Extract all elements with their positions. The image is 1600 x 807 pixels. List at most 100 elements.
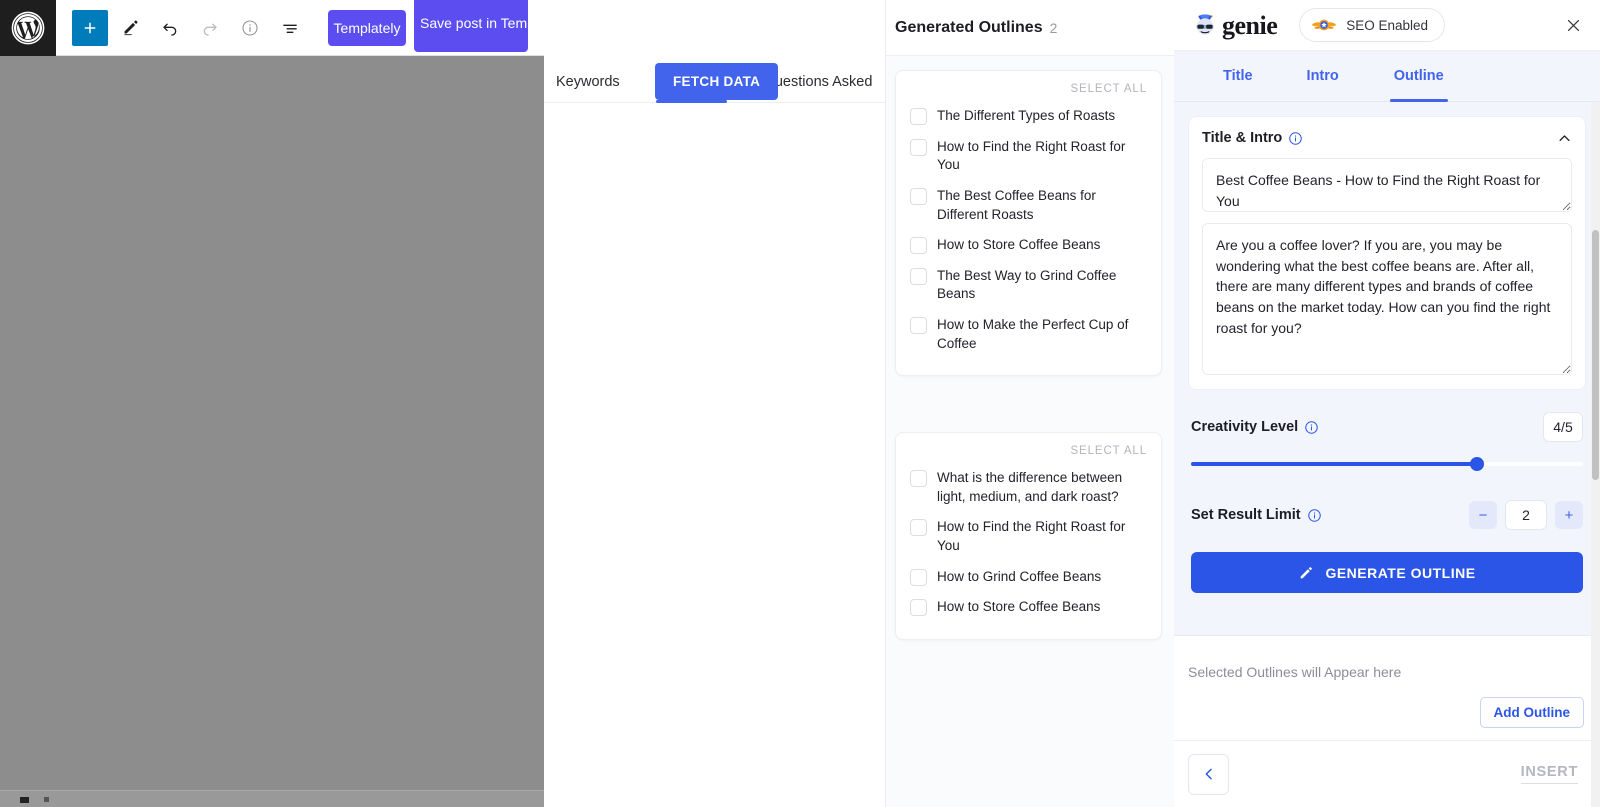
result-limit-decrement-button[interactable]: −: [1469, 501, 1497, 529]
outline-item[interactable]: How to Grind Coffee Beans: [910, 562, 1147, 593]
outline-item[interactable]: The Best Way to Grind Coffee Beans: [910, 261, 1147, 310]
info-circle-icon[interactable]: [1288, 131, 1303, 146]
outline-item[interactable]: How to Store Coffee Beans: [910, 230, 1147, 261]
slider-thumb[interactable]: [1470, 457, 1485, 471]
modal-backdrop[interactable]: [0, 56, 544, 790]
creativity-level-row: Creativity Level 4/5: [1188, 412, 1586, 442]
chevron-left-icon: [1205, 768, 1212, 780]
outline-checkbox[interactable]: [910, 138, 927, 156]
info-circle-icon[interactable]: [1304, 420, 1319, 435]
genie-settings-column: genie SEO Enabled Title Intro Outline Ti…: [1174, 0, 1600, 807]
list-view-icon: [283, 24, 297, 33]
list-view-button[interactable]: [272, 10, 308, 46]
result-limit-row: Set Result Limit − 2 +: [1188, 500, 1586, 530]
winged-badge-icon: [1312, 19, 1337, 31]
creativity-level-slider[interactable]: [1191, 456, 1583, 472]
creativity-level-label: Creativity Level: [1191, 419, 1299, 435]
generated-outlines-title: Generated Outlines: [895, 18, 1043, 36]
status-bar-dot-icon: [44, 797, 49, 802]
outline-checkbox[interactable]: [910, 599, 927, 617]
wordpress-icon: [11, 11, 45, 44]
result-limit-increment-button[interactable]: +: [1555, 501, 1583, 529]
outline-item[interactable]: How to Store Coffee Beans: [910, 592, 1147, 623]
outline-checkbox[interactable]: [910, 470, 927, 487]
outline-item-label: How to Find the Right Roast for You: [937, 138, 1126, 173]
outline-item-label: The Best Coffee Beans for Different Roas…: [937, 187, 1096, 222]
outline-checkbox[interactable]: [910, 237, 927, 255]
outline-item-label: How to Store Coffee Beans: [937, 237, 1101, 253]
plus-icon: [84, 22, 96, 33]
generate-outline-label: GENERATE OUTLINE: [1325, 564, 1476, 581]
templately-button[interactable]: Templately: [328, 9, 406, 46]
save-post-in-templately-button[interactable]: Save post in Templately: [414, 0, 528, 52]
seo-enabled-badge[interactable]: SEO Enabled: [1299, 8, 1446, 42]
generated-outlines-header: Generated Outlines 2: [886, 0, 1175, 56]
genie-settings-body: Title & Intro Creativity Level 4/5: [1174, 102, 1600, 635]
undo-arrow-icon: [163, 23, 177, 36]
undo-button[interactable]: [152, 10, 188, 46]
pencil-icon: [1301, 566, 1313, 578]
tab-title[interactable]: Title: [1223, 51, 1253, 102]
outline-checkbox[interactable]: [910, 187, 927, 205]
add-outline-button[interactable]: Add Outline: [1479, 697, 1584, 728]
outline-item[interactable]: The Different Types of Roasts: [910, 101, 1147, 132]
fetch-data-button[interactable]: FETCH DATA: [655, 63, 779, 100]
status-bar-block-icon: [20, 797, 29, 803]
redo-button[interactable]: [192, 10, 228, 46]
result-limit-value[interactable]: 2: [1505, 500, 1547, 530]
select-all-button[interactable]: SELECT ALL: [910, 445, 1147, 457]
genie-footer: INSERT: [1174, 740, 1600, 807]
tab-keywords[interactable]: Keywords: [556, 74, 620, 102]
outline-item[interactable]: The Best Coffee Beans for Different Roas…: [910, 181, 1147, 230]
slider-fill: [1191, 462, 1478, 466]
tab-outline[interactable]: Outline: [1389, 51, 1448, 102]
outline-item-label: How to Find the Right Roast for You: [937, 519, 1126, 553]
collapse-title-intro-button[interactable]: [1555, 129, 1573, 147]
tab-intro[interactable]: Intro: [1307, 51, 1339, 102]
genie-brand-name: genie: [1222, 11, 1278, 40]
result-limit-stepper: − 2 +: [1469, 500, 1583, 530]
details-button[interactable]: [232, 10, 268, 46]
outline-item-label: The Best Way to Grind Coffee Beans: [937, 267, 1117, 302]
info-circle-icon: [242, 19, 258, 36]
research-column: Keywords Competitor Questions Asked FETC…: [544, 0, 885, 807]
genie-brand[interactable]: genie: [1190, 10, 1278, 40]
insert-button[interactable]: INSERT: [1520, 764, 1578, 784]
selected-outlines-placeholder: Selected Outlines will Appear here: [1188, 664, 1402, 680]
outline-checkbox[interactable]: [910, 267, 927, 285]
back-button[interactable]: [1188, 753, 1229, 795]
outline-checkbox[interactable]: [910, 317, 927, 334]
title-intro-header: Title & Intro: [1202, 130, 1572, 146]
chevron-up-icon: [1559, 134, 1569, 141]
outline-card: SELECT ALL The Different Types of Roasts…: [895, 70, 1162, 377]
generate-outline-button[interactable]: GENERATE OUTLINE: [1191, 552, 1583, 593]
generated-intro-textarea[interactable]: [1202, 223, 1572, 375]
add-block-button[interactable]: [72, 9, 108, 46]
tab-questions-asked[interactable]: Questions Asked: [764, 74, 873, 102]
outline-item[interactable]: How to Make the Perfect Cup of Coffee: [910, 310, 1147, 359]
generated-outlines-column: Generated Outlines 2 SELECT ALL The Diff…: [885, 0, 1175, 807]
select-all-button[interactable]: SELECT ALL: [910, 83, 1147, 95]
outline-checkbox[interactable]: [910, 568, 927, 586]
pencil-icon: [124, 20, 137, 36]
outline-item-label: How to Make the Perfect Cup of Coffee: [937, 317, 1129, 351]
generated-outlines-count: 2: [1049, 19, 1058, 36]
selected-outlines-area: Selected Outlines will Appear here Add O…: [1174, 635, 1600, 740]
generated-title-textarea[interactable]: [1202, 158, 1572, 212]
edit-tool-button[interactable]: [112, 10, 148, 46]
outline-item[interactable]: What is the difference between light, me…: [910, 463, 1147, 512]
outline-item[interactable]: How to Find the Right Roast for You: [910, 132, 1147, 181]
outline-checkbox[interactable]: [910, 108, 927, 125]
close-button[interactable]: [1560, 12, 1586, 38]
outline-item-label: How to Grind Coffee Beans: [937, 568, 1102, 584]
title-intro-card: Title & Intro: [1188, 116, 1586, 390]
info-circle-icon[interactable]: [1307, 508, 1322, 523]
settings-scrollbar[interactable]: [1591, 102, 1600, 807]
outline-checkbox[interactable]: [910, 519, 927, 537]
settings-scrollbar-thumb[interactable]: [1592, 230, 1599, 480]
outline-card: SELECT ALL What is the difference betwee…: [895, 432, 1162, 640]
wordpress-logo[interactable]: [0, 0, 56, 56]
outline-item[interactable]: How to Find the Right Roast for You: [910, 512, 1147, 561]
getgenie-panel: Keywords Competitor Questions Asked FETC…: [544, 0, 1600, 807]
genie-tabs: Title Intro Outline: [1174, 51, 1600, 102]
